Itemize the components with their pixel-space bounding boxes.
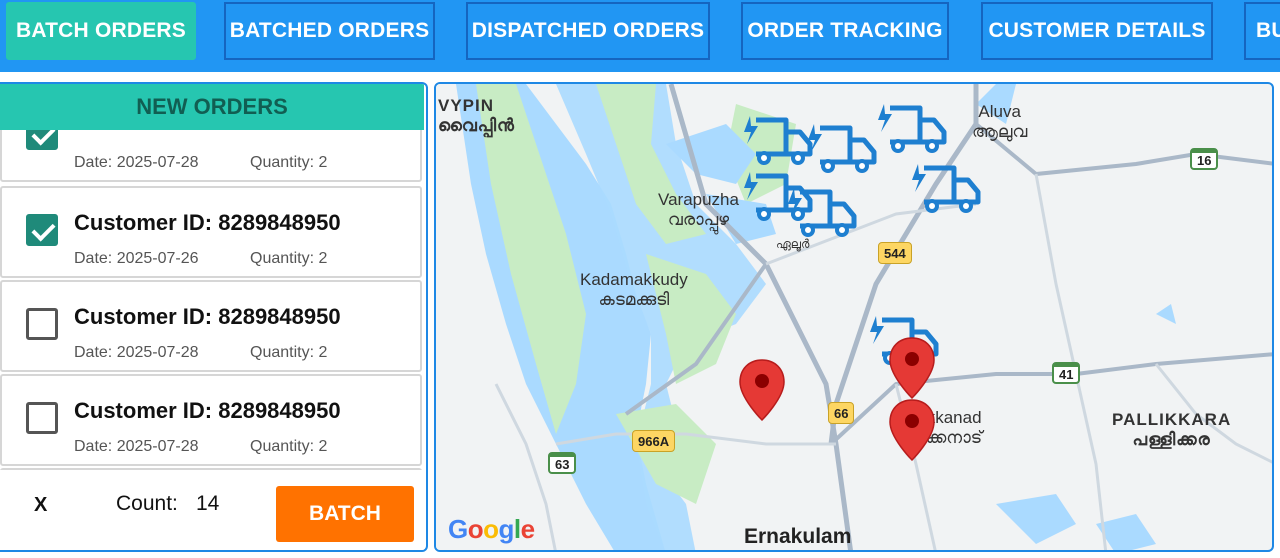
order-date: Date: 2025-07-26 bbox=[74, 250, 199, 267]
count-value: 14 bbox=[196, 492, 220, 515]
panel-title: NEW ORDERS bbox=[0, 84, 424, 130]
order-card[interactable]: Date: 2025-07-28 Quantity: 2 bbox=[0, 130, 422, 182]
order-quantity: Quantity: 2 bbox=[250, 154, 328, 171]
order-checkbox[interactable] bbox=[26, 402, 58, 434]
order-quantity: Quantity: 2 bbox=[250, 250, 328, 267]
map-pin-icon[interactable] bbox=[888, 336, 936, 400]
delivery-truck-icon[interactable] bbox=[786, 184, 858, 242]
customer-id: Customer ID: 8289848950 bbox=[74, 210, 341, 235]
order-card[interactable]: Customer ID: 8289848950 Date: 2025-07-26… bbox=[0, 186, 422, 278]
highway-shield-41: 41 bbox=[1052, 362, 1081, 384]
tab-batched-orders[interactable]: BATCHED ORDERS bbox=[224, 2, 435, 60]
order-card[interactable]: Customer ID: 8289848950 Date: 2025-07-28… bbox=[0, 280, 422, 372]
tab-bu[interactable]: BU bbox=[1244, 2, 1280, 60]
count-label: Count: bbox=[116, 492, 178, 515]
highway-shield-66: 66 bbox=[828, 402, 855, 424]
order-card[interactable] bbox=[0, 468, 422, 470]
order-checkbox[interactable] bbox=[26, 130, 58, 150]
new-orders-panel: NEW ORDERS Date: 2025-07-28 Quantity: 2 … bbox=[0, 82, 428, 552]
order-date: Date: 2025-07-28 bbox=[74, 438, 199, 455]
tab-order-tracking[interactable]: ORDER TRACKING bbox=[741, 2, 949, 60]
map-view[interactable]: VYPIN വൈപ്പിൻ Aluva ആലുവ Varapuzha വരാപ്പുഴ… bbox=[434, 82, 1274, 552]
customer-id: Customer ID: 8289848950 bbox=[74, 304, 341, 329]
highway-shield-63: 63 bbox=[548, 452, 577, 474]
delivery-truck-icon[interactable] bbox=[910, 160, 982, 218]
panel-footer: X Count: 14 BATCH bbox=[0, 472, 424, 550]
delivery-truck-icon[interactable] bbox=[742, 112, 814, 170]
highway-shield-16: 16 bbox=[1190, 148, 1219, 170]
map-label-aluva: Aluva ആലുവ bbox=[972, 102, 1028, 141]
tab-dispatched-orders[interactable]: DISPATCHED ORDERS bbox=[466, 2, 710, 60]
map-pin-icon[interactable] bbox=[738, 358, 786, 422]
highway-shield-544: 544 bbox=[878, 242, 912, 264]
tab-customer-details[interactable]: CUSTOMER DETAILS bbox=[981, 2, 1213, 60]
map-label-pallikkara: PALLIKKARA പള്ളിക്കര bbox=[1112, 410, 1232, 449]
order-checkbox[interactable] bbox=[26, 308, 58, 340]
order-quantity: Quantity: 2 bbox=[250, 344, 328, 361]
map-label-kadamakkudy: Kadamakkudy കടമക്കുടി bbox=[580, 270, 688, 309]
map-label-vypin: VYPIN വൈപ്പിൻ bbox=[438, 96, 515, 135]
clear-button[interactable]: X bbox=[34, 494, 47, 517]
delivery-truck-icon[interactable] bbox=[876, 100, 948, 158]
customer-id: Customer ID: 8289848950 bbox=[74, 398, 341, 423]
order-card[interactable]: Customer ID: 8289848950 Date: 2025-07-28… bbox=[0, 374, 422, 466]
order-date: Date: 2025-07-28 bbox=[74, 344, 199, 361]
order-checkbox[interactable] bbox=[26, 214, 58, 246]
map-pin-icon[interactable] bbox=[888, 398, 936, 462]
map-label-ernakulam: Ernakulam bbox=[744, 525, 852, 548]
tab-batch-orders[interactable]: BATCH ORDERS bbox=[6, 2, 196, 60]
order-date: Date: 2025-07-28 bbox=[74, 154, 199, 171]
top-tab-bar: BATCH ORDERS BATCHED ORDERS DISPATCHED O… bbox=[0, 0, 1280, 72]
batch-button[interactable]: BATCH bbox=[276, 486, 414, 542]
orders-list[interactable]: Date: 2025-07-28 Quantity: 2 Customer ID… bbox=[0, 130, 424, 470]
map-label-varapuzha: Varapuzha വരാപ്പുഴ bbox=[658, 190, 739, 229]
highway-shield-966a: 966A bbox=[632, 430, 676, 452]
order-quantity: Quantity: 2 bbox=[250, 438, 328, 455]
google-logo: Google bbox=[448, 514, 535, 544]
delivery-truck-icon[interactable] bbox=[806, 120, 878, 178]
